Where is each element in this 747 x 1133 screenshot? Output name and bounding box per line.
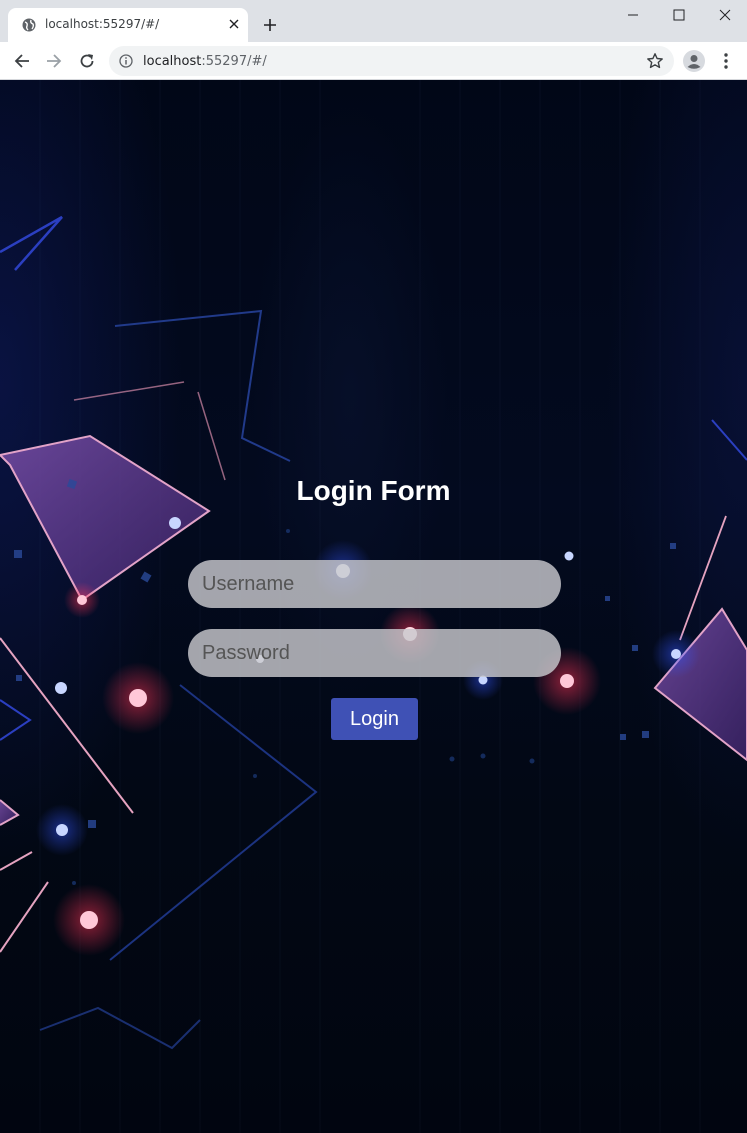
browser-tab-bar: localhost:55297/#/ — [0, 0, 747, 42]
browser-tab[interactable]: localhost:55297/#/ — [8, 8, 248, 42]
login-button[interactable]: Login — [331, 698, 418, 740]
close-window-icon[interactable] — [713, 4, 737, 26]
forward-arrow-icon[interactable] — [42, 49, 66, 73]
login-page: Login Form Login — [0, 80, 747, 1133]
info-icon[interactable] — [119, 54, 133, 68]
close-tab-icon[interactable] — [226, 16, 242, 32]
reload-icon[interactable] — [75, 49, 99, 73]
url-text[interactable]: localhost:55297/#/ — [143, 54, 267, 69]
back-arrow-icon[interactable] — [10, 49, 34, 73]
maximize-icon[interactable] — [667, 4, 691, 26]
minimize-icon[interactable] — [621, 4, 645, 26]
url-host: localhost — [143, 54, 202, 69]
kebab-menu-icon[interactable] — [719, 50, 733, 72]
browser-toolbar: localhost:55297/#/ — [0, 42, 747, 80]
tab-title: localhost:55297/#/ — [45, 17, 160, 31]
username-input[interactable] — [188, 560, 561, 608]
bookmark-star-icon[interactable] — [646, 52, 664, 70]
new-tab-icon[interactable] — [259, 14, 281, 36]
url-path: :55297/#/ — [201, 54, 267, 69]
password-input[interactable] — [188, 629, 561, 677]
page-title: Login Form — [296, 475, 451, 506]
globe-icon — [22, 18, 36, 32]
address-bar[interactable]: localhost:55297/#/ — [109, 46, 674, 76]
profile-avatar-icon[interactable] — [683, 50, 705, 72]
